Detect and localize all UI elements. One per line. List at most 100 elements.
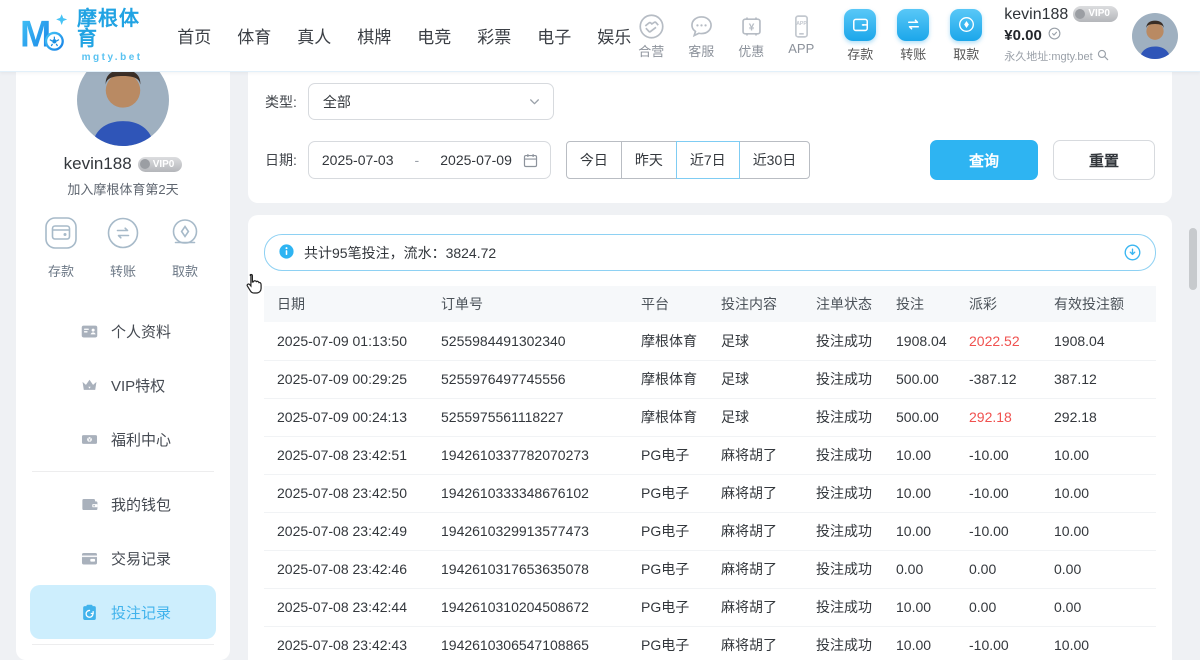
quick-range-group: 今日昨天近7日近30日 <box>566 141 810 179</box>
cell-valid: 0.00 <box>1054 588 1156 626</box>
scrollbar-thumb[interactable] <box>1189 228 1197 290</box>
cell-platform: 摩根体育 <box>641 360 721 398</box>
cell-date: 2025-07-08 23:42:43 <box>264 626 441 660</box>
cell-valid: 10.00 <box>1054 474 1156 512</box>
nav-item-sports[interactable]: 体育 <box>237 23 271 48</box>
cell-order: 1942610337782070273 <box>441 436 641 474</box>
cell-bet: 10.00 <box>896 474 969 512</box>
nav-item-lottery[interactable]: 彩票 <box>477 23 511 48</box>
cell-status: 投注成功 <box>816 474 896 512</box>
transfer-button[interactable]: 转账 <box>892 9 934 63</box>
sidebar-item-transactions[interactable]: 交易记录 <box>30 531 216 585</box>
cell-date: 2025-07-08 23:42:46 <box>264 550 441 588</box>
table-header-row: 日期订单号平台投注内容注单状态投注派彩有效投注额 <box>264 286 1156 322</box>
nav-item-chess[interactable]: 棋牌 <box>357 23 391 48</box>
cell-order: 1942610329913577473 <box>441 512 641 550</box>
nav-item-slots[interactable]: 电子 <box>537 23 571 48</box>
table-row: 2025-07-09 00:29:255255976497745556摩根体育足… <box>264 360 1156 398</box>
date-label: 日期: <box>265 150 297 170</box>
sidebar-item-wallet[interactable]: 我的钱包 <box>30 477 216 531</box>
col-status: 注单状态 <box>816 286 896 322</box>
search-button[interactable]: 查询 <box>930 140 1038 180</box>
sidebar-item-benefits[interactable]: ¥福利中心 <box>30 412 216 466</box>
nav-item-live[interactable]: 真人 <box>297 23 331 48</box>
cell-order: 1942610306547108865 <box>441 626 641 660</box>
logo[interactable]: M 摩根体育 mgty.bet <box>20 9 147 63</box>
sidebar-username: kevin188 <box>64 154 132 174</box>
logo-domain: mgty.bet <box>82 53 143 63</box>
cell-content: 麻将胡了 <box>721 626 816 660</box>
cell-payout: 0.00 <box>969 550 1054 588</box>
cell-payout: -10.00 <box>969 626 1054 660</box>
nav-item-entertainment[interactable]: 娱乐 <box>597 23 631 48</box>
sidebar-withdraw-button[interactable]: 取款 <box>165 213 205 280</box>
cell-platform: PG电子 <box>641 588 721 626</box>
quick-app[interactable]: APPAPP <box>781 11 821 60</box>
cell-bet: 10.00 <box>896 436 969 474</box>
sidebar-item-label: 我的钱包 <box>111 494 171 515</box>
sidebar-item-profile[interactable]: 个人资料 <box>30 304 216 358</box>
cell-payout: 292.18 <box>969 398 1054 436</box>
sidebar-menu: 个人资料 VIP特权¥福利中心我的钱包交易记录投注记录兑奖记录 <box>16 304 230 660</box>
username[interactable]: kevin188 <box>1004 5 1068 24</box>
user-info: kevin188 VIP0 ¥0.00 永久地址:mgty.bet <box>1004 5 1118 66</box>
search-address-icon[interactable] <box>1096 48 1110 66</box>
cell-valid: 387.12 <box>1054 360 1156 398</box>
service-icon <box>688 11 715 40</box>
sidebar-item-bet-records[interactable]: 投注记录 <box>30 585 216 639</box>
benefit-icon: ¥ <box>80 430 99 449</box>
cell-bet: 1908.04 <box>896 322 969 360</box>
sidebar-item-vip[interactable]: VIP特权 <box>30 358 216 412</box>
cell-payout: -387.12 <box>969 360 1054 398</box>
range-today-button[interactable]: 今日 <box>566 141 622 179</box>
cell-bet: 0.00 <box>896 550 969 588</box>
cell-status: 投注成功 <box>816 436 896 474</box>
cell-platform: PG电子 <box>641 436 721 474</box>
withdraw-button[interactable]: 取款 <box>945 9 987 63</box>
nav-item-home[interactable]: 首页 <box>177 23 211 48</box>
quick-promo-label: 优惠 <box>738 41 764 60</box>
sidebar-item-redeem[interactable]: 兑奖记录 <box>30 650 216 660</box>
cell-date: 2025-07-09 00:29:25 <box>264 360 441 398</box>
range-last30-button[interactable]: 近30日 <box>739 141 811 179</box>
sidebar-deposit-button[interactable]: 存款 <box>41 213 81 280</box>
date-end: 2025-07-09 <box>440 152 512 168</box>
col-bet: 投注 <box>896 286 969 322</box>
cell-date: 2025-07-08 23:42:51 <box>264 436 441 474</box>
withdraw-outline-icon <box>165 213 205 256</box>
quick-app-label: APP <box>788 41 814 56</box>
wallet2-icon <box>80 495 99 514</box>
refresh-balance-icon[interactable] <box>1047 26 1062 46</box>
table-row: 2025-07-08 23:42:501942610333348676102PG… <box>264 474 1156 512</box>
sidebar-avatar[interactable] <box>77 72 169 146</box>
nav-item-esports[interactable]: 电竞 <box>417 23 451 48</box>
quick-service[interactable]: 客服 <box>681 11 721 60</box>
range-yesterday-button[interactable]: 昨天 <box>621 141 677 179</box>
chevron-down-icon <box>528 95 541 108</box>
range-last7-button[interactable]: 近7日 <box>676 141 740 179</box>
download-icon[interactable] <box>1123 243 1142 262</box>
cell-content: 麻将胡了 <box>721 550 816 588</box>
svg-text:¥: ¥ <box>88 437 91 443</box>
cell-payout: 0.00 <box>969 588 1054 626</box>
wallet-actions: 存款转账取款 <box>839 9 987 63</box>
reset-button[interactable]: 重置 <box>1053 140 1155 180</box>
quick-promo[interactable]: ¥优惠 <box>731 11 771 60</box>
cell-order: 1942610317653635078 <box>441 550 641 588</box>
deposit-button[interactable]: 存款 <box>839 9 881 63</box>
type-select[interactable]: 全部 <box>308 83 554 120</box>
cell-bet: 500.00 <box>896 398 969 436</box>
cell-platform: PG电子 <box>641 512 721 550</box>
table-row: 2025-07-09 01:13:505255984491302340摩根体育足… <box>264 322 1156 360</box>
sidebar-item-label: 个人资料 <box>111 321 171 342</box>
cell-order: 1942610333348676102 <box>441 474 641 512</box>
type-select-value: 全部 <box>323 92 351 112</box>
cell-status: 投注成功 <box>816 588 896 626</box>
user-avatar[interactable] <box>1132 13 1178 59</box>
cell-order: 5255976497745556 <box>441 360 641 398</box>
date-range-picker[interactable]: 2025-07-03 - 2025-07-09 <box>308 141 551 179</box>
cell-payout: -10.00 <box>969 512 1054 550</box>
sidebar-transfer-button[interactable]: 转账 <box>103 213 143 280</box>
top-navbar: M 摩根体育 mgty.bet 首页 体育 真人 棋牌 电竞 彩票 电子 娱乐 合营客服¥优惠… <box>0 0 1200 72</box>
quick-partner[interactable]: 合营 <box>631 11 671 60</box>
